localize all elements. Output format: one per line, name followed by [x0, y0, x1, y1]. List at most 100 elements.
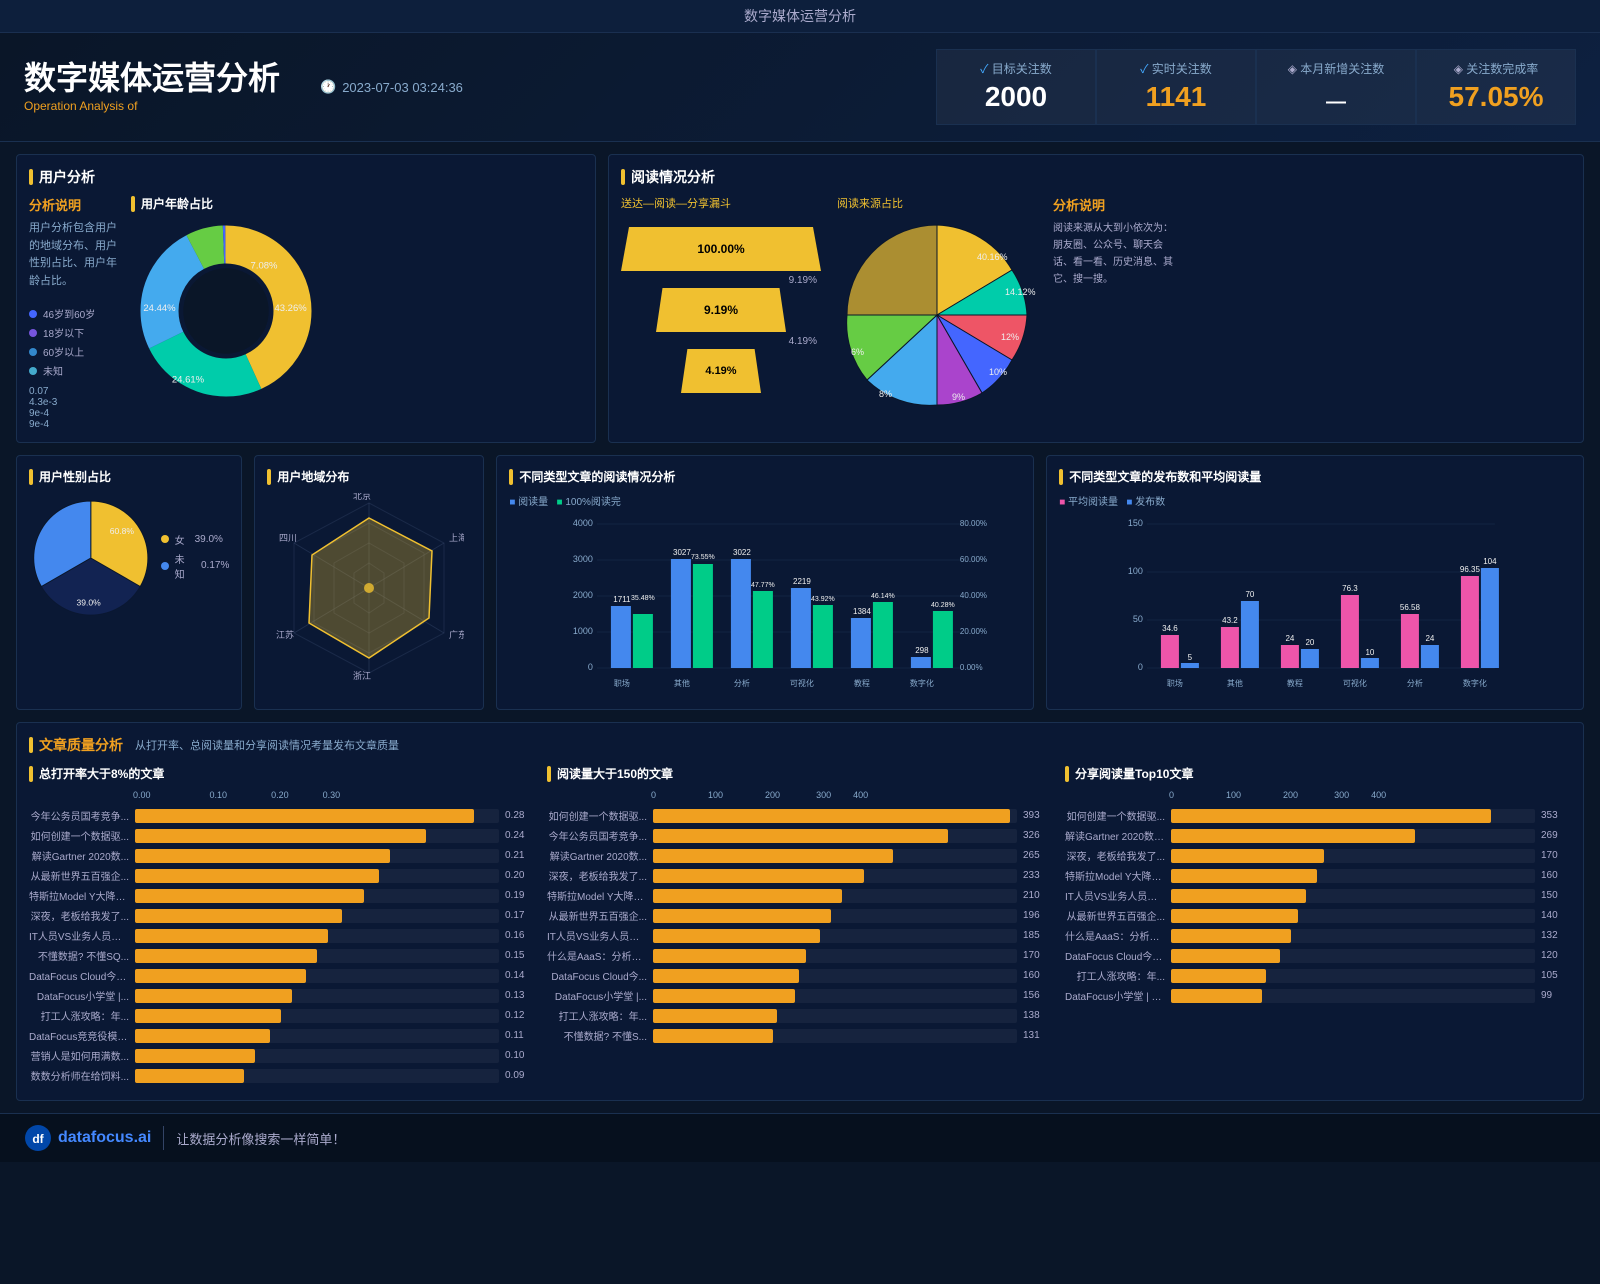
region-bar-indicator — [267, 469, 271, 485]
stat-card-0: ✓ 目标关注数 2000 — [936, 49, 1096, 125]
svg-text:北京: 北京 — [353, 493, 371, 501]
bar-value: 233 — [1023, 870, 1053, 881]
list-item: 如何创建一个数据驱... 0.24 — [29, 828, 535, 843]
list-item: 解读Gartner 2020数... 265 — [547, 848, 1053, 863]
bar-fill — [135, 889, 364, 903]
svg-text:24: 24 — [1426, 634, 1435, 643]
list-item: 深夜，老板给我发了... 233 — [547, 868, 1053, 883]
stat-label-3: ◈ 关注数完成率 — [1445, 60, 1547, 77]
funnel-level-1: 100.00% — [621, 227, 821, 271]
bar-fenxi-avg — [1401, 614, 1419, 668]
svg-text:2219: 2219 — [793, 577, 811, 586]
bar-fill — [1171, 849, 1324, 863]
bar-qita-avg — [1221, 627, 1239, 668]
stat-label-1: ✓ 实时关注数 — [1125, 60, 1227, 77]
bar-track — [135, 929, 499, 943]
svg-text:96.35: 96.35 — [1460, 565, 1481, 574]
bar-value: 160 — [1541, 870, 1571, 881]
bar-shuzihua-pub — [1481, 568, 1499, 668]
bar-value: 0.11 — [505, 1030, 535, 1041]
bar-keshihua-pub — [1361, 658, 1379, 668]
header: 数字媒体运营分析 Operation Analysis of 🕐 2023-07… — [0, 33, 1600, 142]
svg-text:150: 150 — [1128, 518, 1143, 528]
bar-label: 特斯拉Model Y大降价... — [29, 888, 129, 903]
svg-text:34.6: 34.6 — [1162, 624, 1178, 633]
bar-jiaocheng-pub — [1301, 649, 1319, 668]
bar-value: 353 — [1541, 810, 1571, 821]
list-item: 深夜，老板给我发了... 0.17 — [29, 908, 535, 923]
bar-track — [135, 949, 499, 963]
svg-text:3000: 3000 — [573, 554, 593, 564]
bar-fill — [653, 849, 893, 863]
bar-value: 0.24 — [505, 830, 535, 841]
bar-label: 特斯拉Model Y大降价... — [1065, 868, 1165, 883]
bar-fill — [653, 829, 948, 843]
stat-value-0: 2000 — [965, 81, 1067, 113]
bar-track — [653, 849, 1017, 863]
list-item: 从最新世界五百强企... 196 — [547, 908, 1053, 923]
type-pub-bar-indicator — [1059, 469, 1063, 485]
svg-text:数字化: 数字化 — [1463, 678, 1487, 688]
region-radar-svg: 北京 上海 广东 浙江 江苏 四川 — [274, 493, 464, 683]
header-title-block: 数字媒体运营分析 Operation Analysis of — [24, 61, 280, 112]
svg-text:四川: 四川 — [279, 533, 297, 543]
bar-label: DataFocus竞竞役模具... — [29, 1028, 129, 1043]
legend-dot-0 — [29, 310, 37, 318]
svg-text:80.00%: 80.00% — [960, 519, 987, 528]
svg-text:104: 104 — [1483, 557, 1497, 566]
bar-fill — [135, 949, 317, 963]
bar-value: 99 — [1541, 990, 1571, 1001]
legend-item-2: 60岁以上 — [29, 344, 119, 359]
type-read-subtitle: ■ 阅读量 ■ 100%阅读完 — [509, 493, 1021, 508]
svg-text:7.08%: 7.08% — [251, 260, 278, 271]
share-top-bar-indicator — [1065, 766, 1069, 782]
bar-value: 0.13 — [505, 990, 535, 1001]
svg-text:10: 10 — [1366, 648, 1375, 657]
svg-text:40.16%: 40.16% — [977, 252, 1008, 262]
svg-text:分析: 分析 — [734, 678, 750, 688]
article-type-pub-title: 不同类型文章的发布数和平均阅读量 — [1059, 468, 1571, 485]
svg-text:43.2: 43.2 — [1222, 616, 1238, 625]
bar-label: 打工人涨攻略：年... — [29, 1008, 129, 1023]
article-type-read-title: 不同类型文章的阅读情况分析 — [509, 468, 1021, 485]
svg-text:分析: 分析 — [1407, 678, 1423, 688]
reading-bar-indicator — [621, 169, 625, 185]
analysis-note: 用户分析包含用户的地域分布、用户性别占比、用户年龄占比。 — [29, 220, 119, 290]
svg-text:2000: 2000 — [573, 590, 593, 600]
list-item: 深夜，老板给我发了... 170 — [1065, 848, 1571, 863]
bar-fill — [135, 809, 474, 823]
stat-card-2: ◈ 本月新增关注数 — — [1256, 49, 1416, 125]
bar-fill — [653, 949, 806, 963]
list-item: DataFocus小学堂 |... 156 — [547, 988, 1053, 1003]
read-gt-axis: 0 100 200 300 400 — [547, 790, 1053, 800]
bar-fill — [135, 929, 328, 943]
bar-track — [135, 1069, 499, 1083]
bar-fill — [1171, 989, 1262, 1003]
bar-value: 170 — [1023, 950, 1053, 961]
bar-value: 196 — [1023, 910, 1053, 921]
read-gt-bar-indicator — [547, 766, 551, 782]
list-item: IT人员VS业务人员职... 150 — [1065, 888, 1571, 903]
bar-value: 0.10 — [505, 1050, 535, 1061]
bar-track — [653, 969, 1017, 983]
bar-fill — [135, 989, 292, 1003]
bar-fill — [135, 1049, 255, 1063]
bar-track — [653, 949, 1017, 963]
list-item: 特斯拉Model Y大降价... 160 — [1065, 868, 1571, 883]
bar-value: 120 — [1541, 950, 1571, 961]
svg-text:298: 298 — [916, 646, 930, 655]
bar-shuzihua-read — [911, 657, 931, 668]
list-item: DataFocus Cloud今日... 0.14 — [29, 968, 535, 983]
bar-fill — [653, 969, 799, 983]
type-read-bar-indicator — [509, 469, 513, 485]
footer-slogan: 让数据分析像搜索一样简单！ — [176, 1129, 345, 1148]
bar-label: 什么是AaaS：分析即... — [1065, 928, 1165, 943]
bar-value: 0.16 — [505, 930, 535, 941]
bar-label: 特斯拉Model Y大降价... — [547, 888, 647, 903]
bar-shuzihua-avg — [1461, 576, 1479, 668]
open-rate-title: 总打开率大于8%的文章 — [29, 765, 535, 782]
bar-track — [135, 849, 499, 863]
svg-text:可视化: 可视化 — [790, 678, 814, 688]
age-chart-title: 用户年龄占比 — [131, 195, 321, 212]
legend-item-1: 18岁以下 — [29, 325, 119, 340]
